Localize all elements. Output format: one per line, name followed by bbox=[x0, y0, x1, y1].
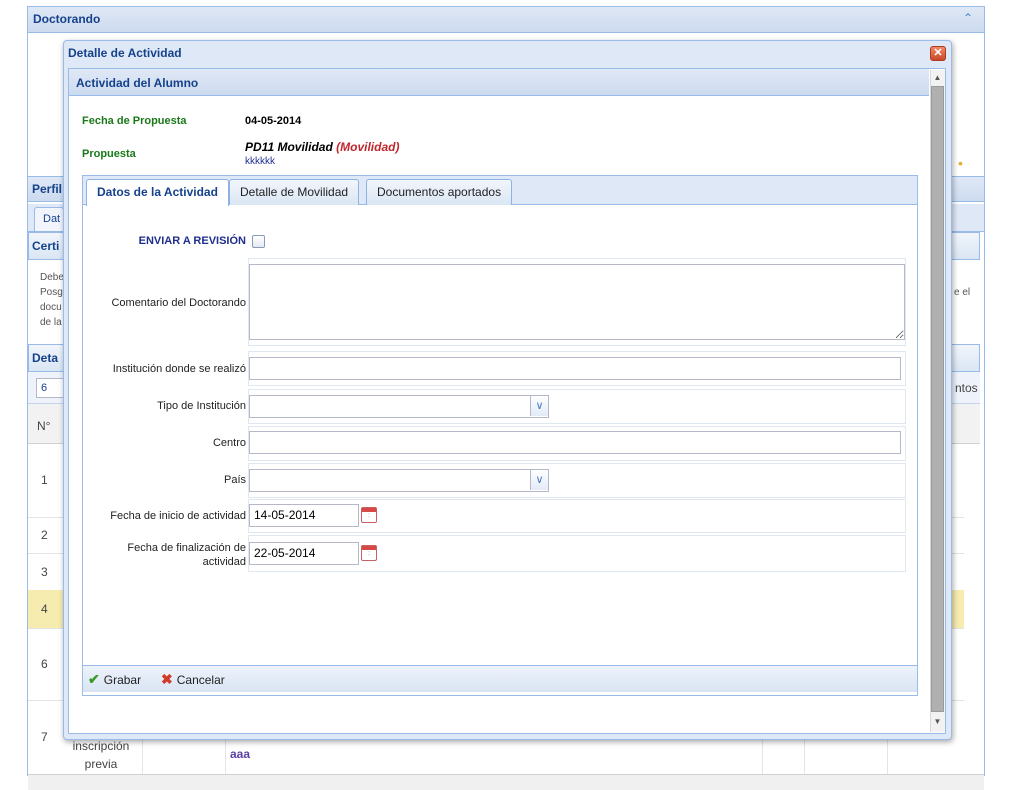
background-paragraph-line: Posg bbox=[40, 287, 63, 298]
proposal-label: Propuesta bbox=[82, 148, 136, 160]
calendar-icon[interactable]: :: bbox=[361, 507, 377, 523]
proposal-name: PD11 Movilidad bbox=[245, 140, 333, 154]
institution-input[interactable] bbox=[249, 357, 901, 380]
background-paragraph-line: docu bbox=[40, 302, 62, 313]
comment-label: Comentario del Doctorando bbox=[111, 297, 246, 309]
cancel-x-icon: ✖ bbox=[161, 671, 173, 687]
save-button-label: Grabar bbox=[103, 673, 142, 687]
background-panel-header bbox=[28, 7, 984, 33]
tab-documents[interactable]: Documentos aportados bbox=[366, 179, 513, 205]
proposal-date-value: 04-05-2014 bbox=[245, 115, 302, 127]
background-row-link[interactable]: aaa bbox=[230, 747, 250, 761]
end-date-label: Fecha de finalización de actividad bbox=[76, 541, 246, 569]
background-tab[interactable]: Dat bbox=[34, 207, 64, 231]
window-title: Detalle de Actividad bbox=[68, 46, 182, 60]
scrollbar-thumb[interactable] bbox=[931, 86, 944, 712]
background-column-header-number: N° bbox=[37, 419, 51, 433]
center-label: Centro bbox=[212, 437, 246, 449]
background-cell-line: previa bbox=[84, 757, 118, 771]
cancel-button-label: Cancelar bbox=[176, 673, 225, 687]
center-input[interactable] bbox=[249, 431, 901, 454]
tab-mobility-detail[interactable]: Detalle de Movilidad bbox=[229, 179, 360, 205]
background-panel-title: Doctorando bbox=[33, 12, 101, 26]
background-paragraph-line: de la bbox=[40, 317, 62, 328]
scroll-up-icon[interactable]: ▲ bbox=[931, 72, 944, 84]
end-date-label-line: Fecha de finalización de bbox=[127, 542, 246, 554]
background-row-number: 1 bbox=[41, 473, 48, 487]
background-footer bbox=[28, 774, 984, 790]
close-icon[interactable]: ✕ bbox=[930, 46, 946, 61]
background-right-fragment: ntos bbox=[955, 381, 978, 395]
background-row-number: 2 bbox=[41, 528, 48, 542]
proposal-value: PD11 Movilidad (Movilidad) bbox=[245, 140, 399, 154]
proposal-date-label: Fecha de Propuesta bbox=[82, 115, 187, 127]
background-right-fragment: e el bbox=[954, 287, 971, 298]
institution-label: Institución donde se realizó bbox=[112, 363, 246, 375]
background-paragraph-line: Debe bbox=[40, 272, 64, 283]
background-label-deta: Deta bbox=[32, 351, 59, 365]
institution-type-combo[interactable]: ∨ bbox=[249, 395, 549, 418]
background-page-size-value: 6 bbox=[41, 382, 48, 394]
start-date-label: Fecha de inicio de actividad bbox=[110, 510, 246, 522]
country-label: País bbox=[223, 474, 246, 486]
proposal-code: kkkkkk bbox=[245, 156, 275, 167]
collapse-icon[interactable]: ⌃ bbox=[963, 11, 973, 25]
background-cell-text: inscripción previa bbox=[64, 737, 138, 773]
cancel-button[interactable]: ✖ Cancelar bbox=[161, 669, 225, 689]
checkmark-icon: ✔ bbox=[88, 671, 100, 687]
background-row-number: 6 bbox=[41, 657, 48, 671]
chevron-down-icon[interactable]: ∨ bbox=[530, 470, 548, 490]
proposal-type: (Movilidad) bbox=[336, 140, 400, 154]
panel-title: Actividad del Alumno bbox=[76, 76, 199, 90]
country-combo[interactable]: ∨ bbox=[249, 469, 549, 492]
background-paragraph: Debe Posg docu de la bbox=[40, 270, 64, 330]
background-row-number: 4 bbox=[41, 602, 48, 616]
save-button[interactable]: ✔ Grabar bbox=[88, 669, 141, 689]
background-tab-label: Dat bbox=[43, 213, 61, 225]
background-page-size-field[interactable]: 6 bbox=[36, 378, 64, 398]
background-label-perfil: Perfil bbox=[32, 182, 63, 196]
lightbulb-icon[interactable]: • bbox=[958, 155, 963, 171]
background-row-number: 3 bbox=[41, 565, 48, 579]
background-label-certi: Certi bbox=[32, 239, 60, 253]
scroll-down-icon[interactable]: ▼ bbox=[931, 716, 944, 728]
send-review-label: ENVIAR A REVISIÓN bbox=[138, 235, 246, 247]
background-row-number: 7 bbox=[41, 730, 48, 744]
chevron-down-icon[interactable]: ∨ bbox=[530, 396, 548, 416]
end-date-input[interactable]: 22-05-2014 bbox=[249, 542, 359, 565]
end-date-label-line: actividad bbox=[202, 556, 246, 568]
start-date-input[interactable]: 14-05-2014 bbox=[249, 504, 359, 527]
tab-activity-data[interactable]: Datos de la Actividad bbox=[86, 179, 229, 206]
institution-type-label: Tipo de Institución bbox=[157, 400, 246, 412]
calendar-icon[interactable]: :: bbox=[361, 545, 377, 561]
send-review-checkbox[interactable] bbox=[252, 235, 265, 248]
comment-textarea[interactable] bbox=[249, 264, 905, 340]
